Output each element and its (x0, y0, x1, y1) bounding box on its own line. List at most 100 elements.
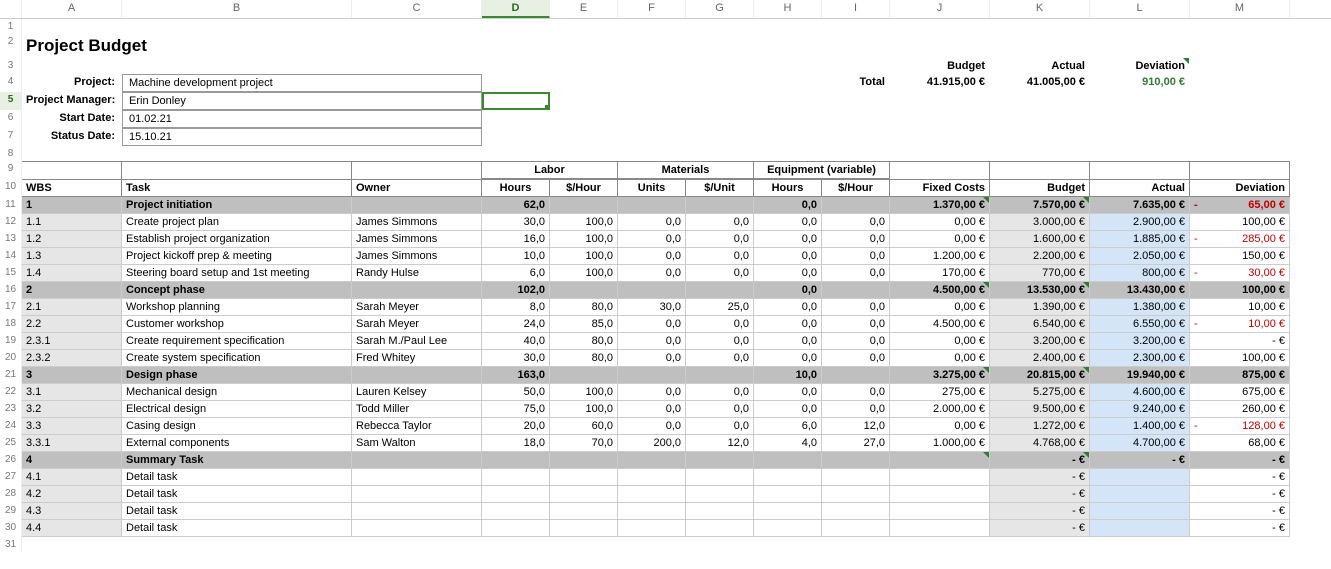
cell-budget[interactable]: 1.600,00 € (990, 231, 1090, 248)
cell-equip-rate[interactable]: 0,0 (822, 299, 890, 316)
cell-actual[interactable]: 1.885,00 € (1090, 231, 1190, 248)
cell-equip-hours[interactable]: 0,0 (754, 214, 822, 231)
cell-budget[interactable]: - € (990, 503, 1090, 520)
cell-labor-hours[interactable]: 30,0 (482, 350, 550, 367)
col-header-B[interactable]: B (122, 0, 352, 18)
row-number[interactable]: 10 (0, 179, 22, 197)
cell-actual[interactable] (1090, 520, 1190, 537)
cell-labor-rate[interactable]: 60,0 (550, 418, 618, 435)
col-header-A[interactable]: A (22, 0, 122, 18)
cell-budget[interactable]: 3.200,00 € (990, 333, 1090, 350)
manager-value[interactable]: Erin Donley (122, 92, 482, 110)
cell-owner[interactable]: Sarah Meyer (352, 316, 482, 333)
cell-labor-hours[interactable]: 40,0 (482, 333, 550, 350)
cell-actual[interactable]: 6.550,00 € (1090, 316, 1190, 333)
cell-mat-rate[interactable]: 0,0 (686, 401, 754, 418)
cell-owner[interactable]: Sarah Meyer (352, 299, 482, 316)
cell-mat-rate[interactable]: 0,0 (686, 350, 754, 367)
cell-fixed[interactable]: 0,00 € (890, 299, 990, 316)
cell-equip-hours[interactable] (754, 520, 822, 537)
col-header-L[interactable]: L (1090, 0, 1190, 18)
cell-owner[interactable]: Lauren Kelsey (352, 384, 482, 401)
cell-budget[interactable]: 9.500,00 € (990, 401, 1090, 418)
cell-task[interactable]: Mechanical design (122, 384, 352, 401)
cell-equip-hours[interactable]: 4,0 (754, 435, 822, 452)
cell-budget[interactable]: 1.272,00 € (990, 418, 1090, 435)
cell-deviation[interactable]: - € (1190, 452, 1290, 469)
cell-labor-hours[interactable] (482, 520, 550, 537)
cell-deviation[interactable]: - € (1190, 503, 1290, 520)
cell-deviation[interactable]: - € (1190, 520, 1290, 537)
cell-deviation[interactable]: 68,00 € (1190, 435, 1290, 452)
cell-labor-rate[interactable]: 100,0 (550, 401, 618, 418)
row-number[interactable]: 25 (0, 435, 22, 452)
table-row[interactable]: 172.1Workshop planningSarah Meyer8,080,0… (0, 299, 1331, 316)
cell-actual[interactable]: 19.940,00 € (1090, 367, 1190, 384)
cell-budget[interactable]: - € (990, 469, 1090, 486)
cell-deviation[interactable]: 260,00 € (1190, 401, 1290, 418)
cell-owner[interactable]: Randy Hulse (352, 265, 482, 282)
cell-mat-rate[interactable]: 0,0 (686, 231, 754, 248)
cell-wbs[interactable]: 1.1 (22, 214, 122, 231)
cell-actual[interactable]: 9.240,00 € (1090, 401, 1190, 418)
table-row[interactable]: 294.3Detail task- €- € (0, 503, 1331, 520)
table-summary-row[interactable]: 111Project initiation62,00,01.370,00 €7.… (0, 197, 1331, 214)
cell-wbs[interactable]: 3.3.1 (22, 435, 122, 452)
row-number[interactable]: 23 (0, 401, 22, 418)
cell-labor-hours[interactable] (482, 469, 550, 486)
cell-wbs[interactable]: 1.3 (22, 248, 122, 265)
cell-equip-rate[interactable] (822, 503, 890, 520)
table-row[interactable]: 253.3.1External componentsSam Walton18,0… (0, 435, 1331, 452)
cell-labor-hours[interactable]: 20,0 (482, 418, 550, 435)
cell-actual[interactable] (1090, 486, 1190, 503)
selected-cell[interactable] (482, 92, 550, 110)
cell-mat-units[interactable] (618, 469, 686, 486)
cell-task[interactable]: Create project plan (122, 214, 352, 231)
cell-mat-units[interactable]: 0,0 (618, 401, 686, 418)
table-row[interactable]: 202.3.2Create system specificationFred W… (0, 350, 1331, 367)
cell-labor-hours[interactable]: 75,0 (482, 401, 550, 418)
cell-labor-hours[interactable] (482, 503, 550, 520)
cell-equip-hours[interactable] (754, 452, 822, 469)
cell-wbs[interactable]: 4.4 (22, 520, 122, 537)
cell-equip-hours[interactable]: 0,0 (754, 350, 822, 367)
cell-equip-rate[interactable]: 0,0 (822, 214, 890, 231)
cell-fixed[interactable]: 1.000,00 € (890, 435, 990, 452)
cell-owner[interactable] (352, 520, 482, 537)
cell-wbs[interactable]: 4.1 (22, 469, 122, 486)
cell-budget[interactable]: 6.540,00 € (990, 316, 1090, 333)
row-number[interactable]: 6 (0, 110, 22, 128)
cell-equip-rate[interactable] (822, 367, 890, 384)
cell-equip-rate[interactable]: 0,0 (822, 350, 890, 367)
row-number[interactable]: 3 (0, 58, 22, 74)
cell-deviation[interactable]: -65,00 € (1190, 197, 1290, 214)
table-row[interactable]: 243.3Casing designRebecca Taylor20,060,0… (0, 418, 1331, 435)
cell-fixed[interactable] (890, 486, 990, 503)
cell-budget[interactable]: 5.275,00 € (990, 384, 1090, 401)
cell-deviation[interactable]: 100,00 € (1190, 350, 1290, 367)
row-number[interactable]: 24 (0, 418, 22, 435)
cell-wbs[interactable]: 1.4 (22, 265, 122, 282)
cell-budget[interactable]: - € (990, 452, 1090, 469)
table-row[interactable]: 284.2Detail task- €- € (0, 486, 1331, 503)
cell-labor-rate[interactable] (550, 197, 618, 214)
cell-budget[interactable]: 4.768,00 € (990, 435, 1090, 452)
project-value[interactable]: Machine development project (122, 74, 482, 92)
cell-equip-hours[interactable]: 0,0 (754, 316, 822, 333)
cell-mat-units[interactable]: 0,0 (618, 350, 686, 367)
cell-equip-rate[interactable]: 0,0 (822, 231, 890, 248)
table-row[interactable]: 182.2Customer workshopSarah Meyer24,085,… (0, 316, 1331, 333)
cell-task[interactable]: Workshop planning (122, 299, 352, 316)
cell-equip-hours[interactable] (754, 486, 822, 503)
cell-fixed[interactable]: 2.000,00 € (890, 401, 990, 418)
cell-mat-rate[interactable] (686, 367, 754, 384)
cell-owner[interactable] (352, 367, 482, 384)
cell-mat-units[interactable] (618, 503, 686, 520)
cell-actual[interactable]: 2.300,00 € (1090, 350, 1190, 367)
cell-equip-rate[interactable] (822, 520, 890, 537)
col-header-I[interactable]: I (822, 0, 890, 18)
cell-deviation[interactable]: 150,00 € (1190, 248, 1290, 265)
row-number[interactable]: 28 (0, 486, 22, 503)
cell-wbs[interactable]: 3.3 (22, 418, 122, 435)
cell-mat-rate[interactable] (686, 503, 754, 520)
